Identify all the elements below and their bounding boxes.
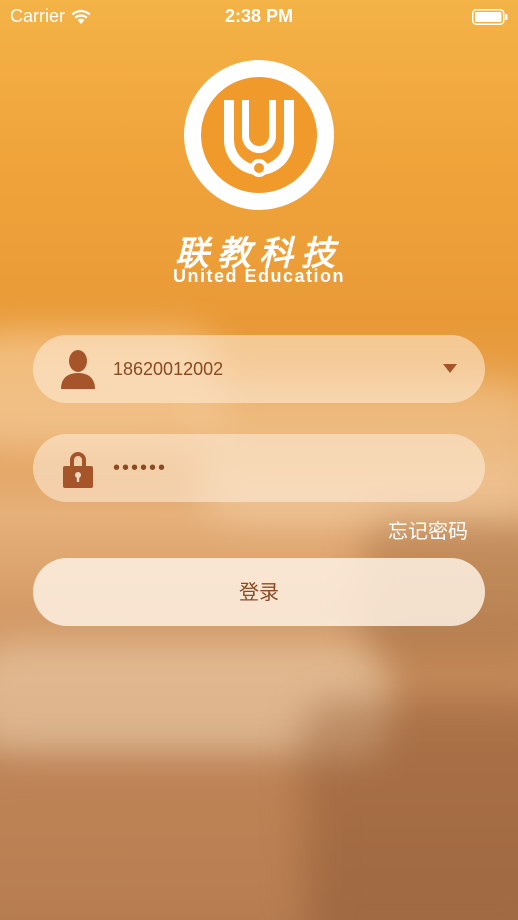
lock-icon — [63, 452, 93, 488]
username-field[interactable]: 18620012002 — [33, 335, 485, 403]
user-icon — [61, 350, 95, 389]
login-button[interactable]: 登录 — [33, 558, 485, 626]
status-time: 2:38 PM — [224, 6, 294, 26]
username-input[interactable]: 18620012002 — [113, 335, 223, 403]
chevron-down-icon[interactable] — [443, 364, 457, 373]
united-education-logo — [184, 60, 334, 210]
status-bar: Carrier 2:38 PM — [0, 0, 518, 34]
forgot-password-link[interactable]: 忘记密码 — [388, 515, 468, 544]
battery-icon — [472, 9, 508, 25]
login-screen: Carrier 2:38 PM 联教科技 United Education 18… — [0, 0, 518, 920]
password-field[interactable]: •••••• — [33, 434, 485, 502]
brand-english-name: United Education — [173, 266, 345, 286]
password-input[interactable]: •••••• — [113, 434, 167, 502]
